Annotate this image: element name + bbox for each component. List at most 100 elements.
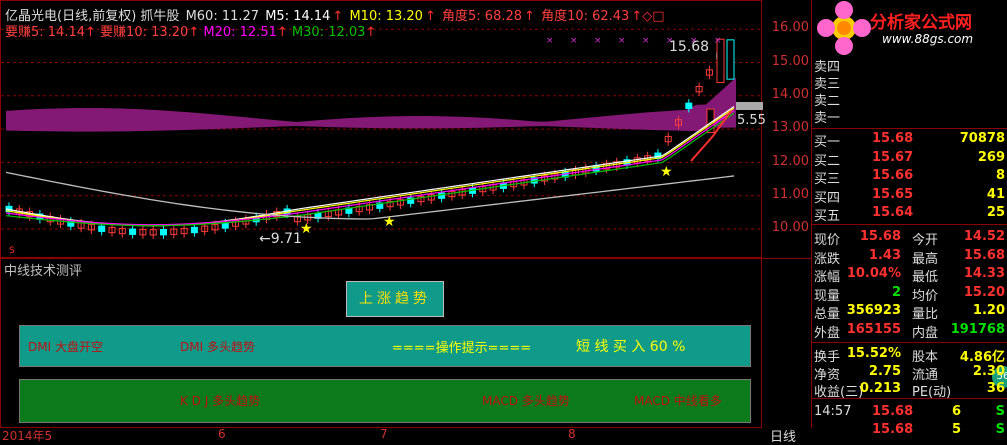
stat-row: 现量 2 均价 15.20 — [812, 284, 1007, 304]
candle-body — [221, 222, 229, 229]
stat-value: 4.86亿 — [959, 350, 1005, 365]
legend-m20: M20: 12.51 — [203, 25, 277, 40]
stat-row: 涨幅 10.04% 最低 14.33 — [812, 266, 1007, 285]
tick-price: 15.68 — [872, 422, 914, 437]
stat-label: 今开 — [912, 233, 939, 248]
buy-label: 买四 — [814, 190, 841, 206]
price-axis: 16.00 15.00 14.00 13.00 12.00 11.00 10.00 — [762, 0, 812, 258]
y-tick-label: 15.00 — [771, 54, 809, 69]
logo-text: 分析家公式网 — [870, 13, 972, 33]
buy-row[interactable]: 买四 15.65 41 — [812, 186, 1007, 206]
tick-price: 15.68 — [872, 404, 914, 419]
buy-price: 15.67 — [872, 149, 914, 165]
low-price-label: ←9.71 — [259, 231, 302, 247]
stat-label: 均价 — [912, 288, 939, 304]
buy-price: 15.68 — [872, 131, 914, 146]
candle-body — [685, 102, 693, 109]
stat-label: 最高 — [912, 251, 939, 267]
buy-signal-star-icon: ★ — [660, 164, 673, 180]
indicator-band — [6, 77, 736, 132]
buy-row[interactable]: 买三 15.66 8 — [812, 168, 1007, 187]
macd-mid-text: MACD 中线看多 — [634, 394, 722, 408]
indicator-bar-1: DMI 大盘开空 DMI 多头趋势 ====操作提示==== 短 线 买 入 6… — [19, 325, 751, 367]
stat2-row: 净资 2.75 流通 2.30 — [812, 363, 1007, 383]
stat-label: 最低 — [912, 270, 939, 285]
signal-marker-icon: × — [570, 36, 578, 46]
stat-value: 10.04% — [846, 266, 901, 281]
x-tick-may: 2014年5 — [2, 429, 53, 443]
price-marker — [736, 102, 763, 110]
buy-volume: 41 — [986, 186, 1005, 202]
stat-label: 量比 — [912, 307, 939, 322]
sell-label: 卖一 — [814, 111, 841, 126]
tick-direction: S — [995, 422, 1005, 437]
macd-trend-text: MACD 多头趋势 — [482, 394, 570, 408]
legend-angle5: 角度5: 68.28 — [442, 9, 523, 24]
buy-row[interactable]: 买五 15.64 25 — [812, 205, 1007, 224]
stat-value: 15.52% — [846, 346, 901, 361]
buy-signal-star-icon: ★ — [383, 214, 396, 230]
buy-volume: 269 — [977, 149, 1005, 165]
stat-value: 36 — [986, 381, 1005, 396]
tick-row: 14:57 15.68 6 S — [812, 404, 1007, 421]
stat-value: 15.20 — [963, 284, 1005, 300]
stat-value: 15.68 — [963, 247, 1005, 263]
high-price-label: 15.68 — [669, 39, 710, 55]
sell-row[interactable]: 卖一 — [812, 107, 1007, 126]
dmi-market-text: DMI 大盘开空 — [28, 340, 103, 354]
period-label[interactable]: 日线 — [770, 426, 796, 445]
stat-value: 1.43 — [868, 247, 901, 263]
legend-buy5: 要赚5: 14.14 — [5, 25, 85, 40]
candle-body — [98, 225, 106, 232]
signal-marker-icon: × — [546, 36, 554, 46]
buy-price: 15.66 — [872, 168, 914, 183]
sell-marker-icon: S — [9, 246, 15, 256]
x-tick-jun: 6 — [218, 427, 226, 441]
tick-volume: 6 — [952, 404, 962, 419]
stat-value: 15.68 — [859, 229, 901, 244]
evaluation-title: 中线技术测评 — [4, 264, 83, 279]
y-tick-label: 11.00 — [771, 187, 809, 202]
stat-value: 2.75 — [868, 363, 901, 379]
chart-legend-row2: 要赚5: 14.14↑ 要赚10: 13.20↑ M20: 12.51↑ M30… — [5, 25, 377, 40]
logo-url: www.88gs.com — [882, 32, 974, 46]
buy-label: 买三 — [814, 172, 841, 187]
y-tick-label: 12.00 — [771, 154, 809, 169]
y-tick-label: 13.00 — [771, 120, 809, 135]
stat-label: 流通 — [912, 367, 939, 383]
y-tick-label: 10.00 — [771, 220, 809, 235]
date-axis: 2014年5 6 7 8 — [0, 427, 762, 443]
buy-volume: 70878 — [959, 131, 1005, 146]
indicator-bar-2: K D J 多头趋势 MACD 多头趋势 MACD 中线看多 — [19, 379, 751, 423]
stat-label: 总量 — [814, 307, 841, 322]
kline-chart-panel[interactable]: ★ ★ ★ × × × × × × × × S 亿晶光电(日线,前复权) 抓牛股 M60: 11.27… — [0, 0, 766, 258]
buy-price: 15.65 — [872, 186, 914, 202]
stat-label: 现价 — [814, 233, 841, 248]
buy-row[interactable]: 买二 15.67 269 — [812, 149, 1007, 169]
stat2-row: 收益(三) 0.213 PE(动) 36 — [812, 381, 1007, 400]
dmi-trend-text: DMI 多头趋势 — [180, 340, 255, 354]
stat-value: 191768 — [950, 321, 1005, 337]
sell-row[interactable]: 卖二 — [812, 90, 1007, 109]
signal-marker-icon: × — [642, 36, 650, 46]
stat-label: 收益(三) — [814, 385, 864, 400]
stat-value: 356923 — [846, 303, 901, 318]
buy-volume: 25 — [986, 205, 1005, 220]
sell-row[interactable]: 卖四 — [812, 56, 1007, 75]
stat-row: 总量 356923 量比 1.20 — [812, 303, 1007, 322]
x-tick-jul: 7 — [380, 427, 388, 441]
tick-direction: S — [995, 404, 1005, 419]
candle-body — [190, 226, 198, 234]
sell-row[interactable]: 卖三 — [812, 73, 1007, 92]
y-tick-label: 16.00 — [771, 20, 809, 35]
quote-panel: 分析家公式网 www.88gs.com 5 6 卖四 卖三 卖二 卖一 买一 15.68 70… — [812, 0, 1007, 441]
stat-label: 现量 — [814, 288, 841, 304]
tick-row: 15.68 5 S — [812, 422, 1007, 439]
stat-value: 0.213 — [859, 381, 901, 396]
tick-time: 14:57 — [814, 404, 852, 419]
signal-marker-icon: × — [594, 36, 602, 46]
stat-label: 净资 — [814, 367, 841, 383]
buy-row[interactable]: 买一 15.68 70878 — [812, 131, 1007, 150]
trend-indicator: 上涨趋势 — [346, 281, 444, 317]
x-tick-aug: 8 — [568, 427, 576, 441]
